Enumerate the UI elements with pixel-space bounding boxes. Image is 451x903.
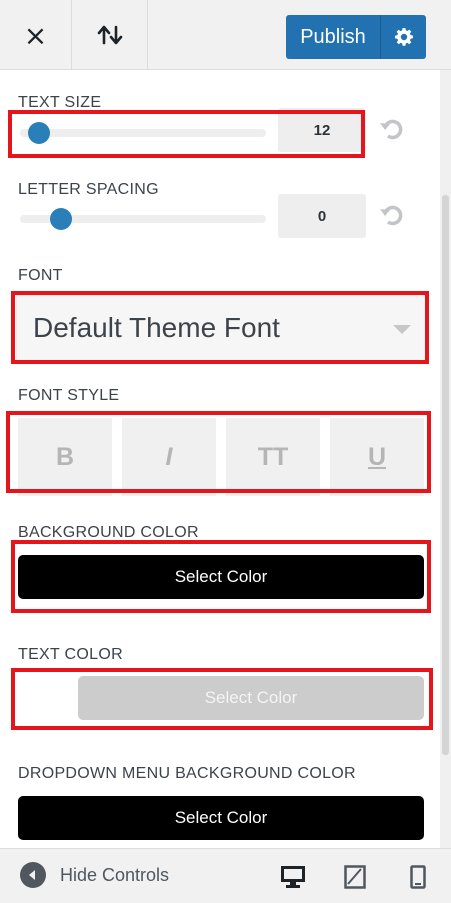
- hide-controls-button[interactable]: Hide Controls: [20, 862, 169, 888]
- publish-settings-button[interactable]: [381, 15, 426, 59]
- font-highlight: [11, 291, 429, 364]
- letter-spacing-label: LETTER SPACING: [18, 181, 159, 198]
- letter-spacing-input[interactable]: 0: [278, 194, 366, 238]
- publish-group: Publish: [286, 15, 426, 59]
- tablet-preview-button[interactable]: [341, 863, 369, 891]
- hide-controls-label: Hide Controls: [60, 864, 170, 885]
- mobile-icon: [410, 865, 426, 889]
- customizer-footer: Hide Controls: [0, 848, 451, 903]
- reset-icon: [380, 119, 403, 140]
- reset-icon: [380, 205, 403, 226]
- font-label: FONT: [18, 267, 63, 284]
- text-size-highlight: [8, 110, 365, 158]
- panel-scrollbar[interactable]: [440, 70, 451, 848]
- scrollbar-thumb[interactable]: [442, 195, 449, 755]
- dropdown-bg-color-button[interactable]: Select Color: [18, 796, 424, 840]
- font-style-label: FONT STYLE: [18, 387, 120, 404]
- text-color-highlight: [11, 668, 433, 730]
- controls-panel: TEXT SIZE 12 LETTER SPACING 0 FONT Defau…: [0, 70, 440, 848]
- text-color-label: TEXT COLOR: [18, 646, 123, 663]
- desktop-preview-button[interactable]: [279, 863, 307, 891]
- tablet-icon: [344, 865, 366, 889]
- desktop-icon: [281, 866, 305, 888]
- letter-spacing-slider[interactable]: [20, 208, 266, 230]
- letter-spacing-slider-handle[interactable]: [50, 208, 73, 230]
- dropdown-bg-color-label: DROPDOWN MENU BACKGROUND COLOR: [18, 765, 356, 782]
- background-color-highlight: [11, 540, 431, 613]
- close-icon: ×: [23, 18, 48, 52]
- mobile-preview-button[interactable]: [404, 863, 432, 891]
- reorder-button[interactable]: [72, 0, 148, 70]
- collapse-icon: [20, 862, 46, 888]
- letter-spacing-reset-button[interactable]: [377, 200, 407, 230]
- close-button[interactable]: ×: [0, 0, 72, 70]
- publish-button[interactable]: Publish: [286, 15, 380, 59]
- customizer-header: × Publish: [0, 0, 451, 70]
- gear-icon: [394, 28, 413, 46]
- text-size-reset-button[interactable]: [377, 114, 407, 144]
- font-style-highlight: [6, 411, 431, 493]
- sort-icon: [97, 25, 122, 45]
